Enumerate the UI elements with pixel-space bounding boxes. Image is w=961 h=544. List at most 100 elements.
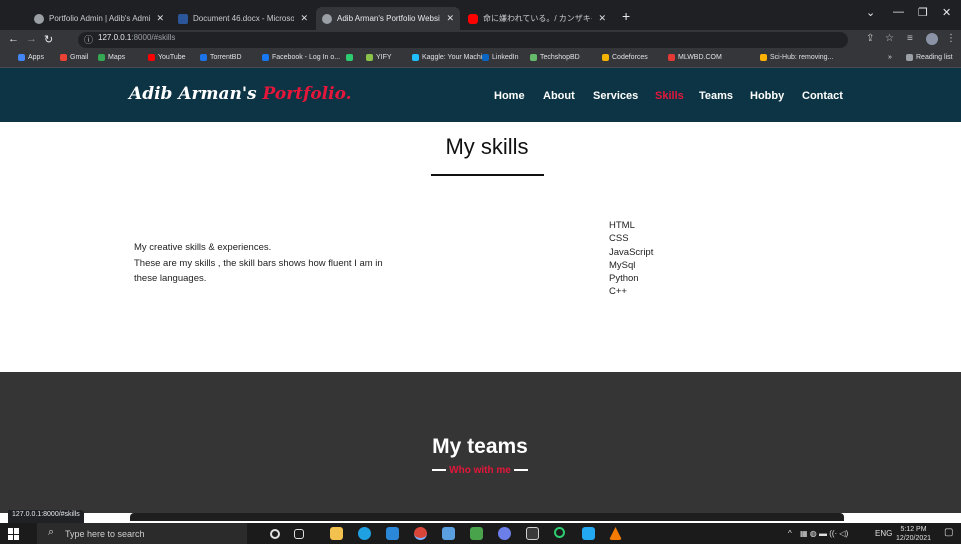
- bookmark-item[interactable]: TechshopBD: [530, 54, 580, 61]
- site-logo[interactable]: Adib Arman's Portfolio.: [129, 84, 352, 104]
- bookmark-item[interactable]: YIFY: [366, 54, 392, 61]
- bookmark-label: TorrentBD: [210, 54, 242, 61]
- bookmark-item[interactable]: YouTube: [148, 54, 186, 61]
- skill-list: HTML CSS JavaScript MySql Python C++: [609, 219, 653, 299]
- bookmarks-overflow[interactable]: »: [888, 54, 892, 61]
- bookmark-item[interactable]: Sci-Hub: removing...: [760, 54, 833, 61]
- bookmark-star-icon[interactable]: ☆: [885, 33, 894, 44]
- close-icon[interactable]: ✕: [300, 13, 308, 24]
- bookmark-label: Maps: [108, 54, 126, 61]
- minimize-button[interactable]: —: [893, 6, 904, 18]
- url-text[interactable]: 127.0.0.1:8000/#skills: [98, 33, 175, 42]
- close-window-button[interactable]: ✕: [942, 6, 951, 19]
- close-icon[interactable]: ✕: [156, 13, 164, 24]
- bookmark-label: Sci-Hub: removing...: [770, 54, 834, 61]
- bookmark-favicon-icon: [602, 54, 609, 61]
- browser-tab[interactable]: 命に嫌われている。/ カンザキイオリ(C ✕: [462, 7, 612, 30]
- clock-time: 5:12 PM: [900, 526, 927, 533]
- file-explorer-icon[interactable]: [330, 527, 343, 540]
- bookmark-item[interactable]: Facebook - Log In o...: [262, 54, 340, 61]
- bookmark-item[interactable]: Maps: [98, 54, 125, 61]
- app-icon[interactable]: [498, 527, 511, 540]
- bookmark-favicon-icon: [346, 54, 353, 61]
- bookmark-item[interactable]: [346, 54, 356, 61]
- bookmark-favicon-icon: [18, 54, 25, 61]
- bookmark-favicon-icon: [366, 54, 373, 61]
- media-control-icon[interactable]: ≡: [907, 33, 913, 44]
- tray-chevron-icon[interactable]: ^: [788, 529, 792, 538]
- bookmark-favicon-icon: [98, 54, 105, 61]
- bookmark-label: MLWBD.COM: [678, 54, 722, 61]
- reading-list-icon: [906, 54, 913, 61]
- vscode-icon[interactable]: [582, 527, 595, 540]
- windows-start-icon[interactable]: [8, 528, 20, 540]
- bookmark-item[interactable]: MLWBD.COM: [668, 54, 722, 61]
- close-icon[interactable]: ✕: [598, 13, 606, 24]
- bookmark-label: YouTube: [158, 54, 186, 61]
- nav-teams[interactable]: Teams: [699, 90, 733, 102]
- teams-title: My teams: [432, 435, 528, 458]
- chrome-icon[interactable]: [414, 527, 427, 540]
- app-icon[interactable]: [554, 527, 565, 538]
- back-icon[interactable]: ←: [8, 33, 19, 45]
- word-icon: [178, 13, 188, 24]
- status-bar-url: 127.0.0.1:8000/#skills: [8, 510, 84, 523]
- reading-list-button[interactable]: Reading list: [906, 54, 953, 61]
- bookmark-item[interactable]: Apps: [18, 54, 44, 61]
- browser-tab[interactable]: Portfolio Admin | Adib's Admin S ✕: [28, 7, 170, 30]
- close-icon[interactable]: ✕: [446, 13, 454, 24]
- xbox-icon[interactable]: [470, 527, 483, 540]
- browser-tab-active[interactable]: Adib Arman's Portfolio Website ✕: [316, 7, 460, 30]
- restore-button[interactable]: ❐: [918, 6, 928, 19]
- skill-item: HTML: [609, 220, 635, 231]
- menu-icon[interactable]: ⋮: [946, 33, 956, 44]
- search-icon: ⌕: [48, 526, 55, 538]
- bookmark-label: YIFY: [376, 54, 392, 61]
- reading-list-label: Reading list: [916, 54, 953, 61]
- share-icon[interactable]: ⇪: [866, 33, 874, 44]
- bookmark-favicon-icon: [760, 54, 767, 61]
- app-icon[interactable]: [442, 527, 455, 540]
- site-info-icon[interactable]: ⓘ: [84, 33, 93, 46]
- forward-icon[interactable]: →: [26, 33, 37, 45]
- cortana-icon[interactable]: [270, 529, 280, 539]
- nav-contact[interactable]: Contact: [802, 90, 843, 102]
- tab-search-icon[interactable]: ⌄: [866, 6, 875, 19]
- address-bar[interactable]: [78, 32, 848, 48]
- bookmark-item[interactable]: Kaggle: Your Machi...: [412, 54, 488, 61]
- youtube-icon: [468, 13, 478, 24]
- bookmark-item[interactable]: LinkedIn: [482, 54, 518, 61]
- task-view-icon[interactable]: [294, 529, 304, 539]
- tab-title: Document 46.docx - Microsoft W: [193, 14, 295, 23]
- nav-skills[interactable]: Skills: [655, 90, 684, 102]
- reload-icon[interactable]: ↻: [44, 33, 53, 46]
- skill-item: MySql: [609, 259, 636, 271]
- bookmark-label: Facebook - Log In o...: [272, 54, 341, 61]
- bookmark-favicon-icon: [262, 54, 269, 61]
- mail-icon[interactable]: [386, 527, 399, 540]
- nav-services[interactable]: Services: [593, 90, 638, 102]
- nav-home[interactable]: Home: [494, 90, 525, 102]
- url-host: 127.0.0.1: [98, 33, 132, 42]
- bookmark-item[interactable]: TorrentBD: [200, 54, 242, 61]
- bookmark-item[interactable]: Gmail: [60, 54, 88, 61]
- profile-avatar[interactable]: [926, 33, 938, 45]
- bookmark-label: Codeforces: [612, 54, 648, 61]
- notification-icon[interactable]: ▢: [944, 527, 953, 538]
- bookmark-item[interactable]: Codeforces: [602, 54, 648, 61]
- taskbar-clock[interactable]: 5:12 PM 12/20/2021: [896, 525, 931, 543]
- tray-icons[interactable]: ▦ ◍ ▬ ((· ◁): [800, 529, 848, 538]
- globe-icon: [34, 13, 44, 24]
- bookmark-favicon-icon: [60, 54, 67, 61]
- skills-intro: My creative skills & experiences. These …: [134, 240, 394, 287]
- tab-title: 命に嫌われている。/ カンザキイオリ(C: [483, 14, 592, 23]
- epic-games-icon[interactable]: [526, 527, 539, 540]
- language-indicator[interactable]: ENG: [875, 529, 892, 538]
- nav-hobby[interactable]: Hobby: [750, 90, 784, 102]
- skill-item: C++: [609, 286, 627, 298]
- nav-about[interactable]: About: [543, 90, 575, 102]
- skills-intro-line-2: These are my skills , the skill bars sho…: [134, 257, 383, 285]
- edge-icon[interactable]: [358, 527, 371, 540]
- new-tab-button[interactable]: +: [622, 8, 630, 24]
- browser-tab[interactable]: Document 46.docx - Microsoft W ✕: [172, 7, 314, 30]
